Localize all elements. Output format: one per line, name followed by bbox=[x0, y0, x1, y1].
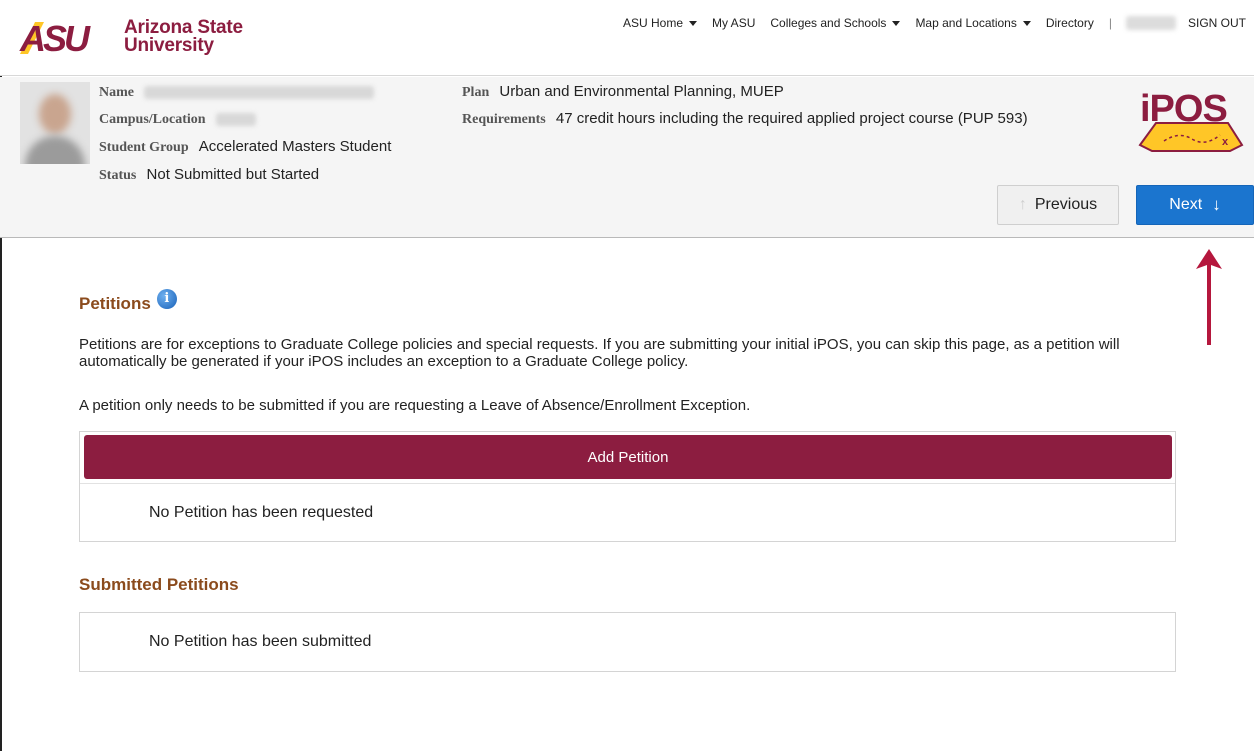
annotation-arrow-icon bbox=[1196, 249, 1222, 345]
petitions-description: Petitions are for exceptions to Graduate… bbox=[79, 336, 1120, 370]
status-value: Not Submitted but Started bbox=[146, 166, 320, 183]
previous-button-label: Previous bbox=[1034, 196, 1098, 213]
top-header: ASU Arizona State University ASU Home My… bbox=[0, 0, 1254, 76]
no-petition-submitted: No Petition has been submitted bbox=[149, 633, 372, 650]
petition-requests-panel: Add Petition No Petition has been reques… bbox=[79, 431, 1176, 542]
user-name-redacted bbox=[1125, 16, 1176, 30]
asu-logo[interactable]: ASU Arizona State University bbox=[18, 17, 243, 57]
panel-divider bbox=[80, 483, 1175, 484]
nav-separator: | bbox=[1108, 16, 1112, 30]
arrow-up-icon: ↑ bbox=[1018, 196, 1027, 213]
nav-map-and-locations[interactable]: Map and Locations bbox=[915, 16, 1031, 30]
nav-directory-label: Directory bbox=[1045, 16, 1094, 30]
requirements-label: Requirements bbox=[462, 112, 546, 127]
petitions-heading: Petitions i bbox=[79, 289, 177, 314]
submitted-petitions-panel: No Petition has been submitted bbox=[79, 612, 1176, 672]
asu-logo-text: Arizona State University bbox=[124, 18, 243, 56]
student-info-panel: Name Campus/Location Student Group Accel… bbox=[0, 77, 1254, 238]
nav-my-asu-label: My ASU bbox=[712, 16, 756, 30]
next-button[interactable]: Next ↓ bbox=[1136, 185, 1254, 225]
submitted-petitions-title: Submitted Petitions bbox=[79, 575, 239, 594]
nav-map-label: Map and Locations bbox=[915, 16, 1017, 30]
caret-down-icon bbox=[1022, 20, 1031, 26]
student-group-field: Student Group Accelerated Masters Studen… bbox=[99, 138, 391, 156]
campus-label: Campus/Location bbox=[99, 112, 206, 127]
svg-text:ASU: ASU bbox=[19, 20, 91, 54]
petitions-title: Petitions bbox=[79, 294, 151, 313]
info-icon[interactable]: i bbox=[156, 289, 177, 309]
name-label: Name bbox=[99, 85, 134, 100]
plan-value: Urban and Environmental Planning, MUEP bbox=[499, 83, 784, 100]
campus-redacted bbox=[215, 112, 256, 126]
group-value: Accelerated Masters Student bbox=[198, 138, 392, 155]
arrow-down-icon: ↓ bbox=[1212, 195, 1221, 214]
caret-down-icon bbox=[892, 20, 901, 26]
requirements-field: Requirements 47 credit hours including t… bbox=[462, 110, 1028, 128]
svg-text:iPOS: iPOS bbox=[1140, 88, 1227, 130]
student-campus-field: Campus/Location bbox=[99, 110, 256, 128]
nav-asu-home[interactable]: ASU Home bbox=[622, 16, 698, 30]
status-label: Status bbox=[99, 168, 137, 183]
student-name-field: Name bbox=[99, 83, 375, 101]
student-photo bbox=[20, 82, 90, 164]
nav-colleges-and-schools[interactable]: Colleges and Schools bbox=[770, 16, 901, 30]
asu-logo-mark: ASU bbox=[19, 20, 94, 54]
submitted-petitions-heading: Submitted Petitions bbox=[79, 575, 239, 595]
svg-text:x: x bbox=[1222, 136, 1229, 148]
no-petition-requested: No Petition has been requested bbox=[149, 504, 374, 521]
next-button-label: Next bbox=[1169, 196, 1203, 213]
add-petition-button[interactable]: Add Petition bbox=[84, 435, 1172, 479]
petitions-note: A petition only needs to be submitted if… bbox=[79, 397, 751, 414]
nav-my-asu[interactable]: My ASU bbox=[712, 16, 755, 30]
name-redacted bbox=[144, 85, 375, 99]
nav-directory[interactable]: Directory bbox=[1046, 16, 1094, 30]
ipos-logo: x iPOS bbox=[1138, 88, 1244, 152]
sign-out-link[interactable]: SIGN OUT bbox=[1188, 16, 1246, 30]
top-nav: ASU Home My ASU Colleges and Schools Map… bbox=[608, 16, 1246, 30]
caret-down-icon bbox=[689, 20, 698, 26]
logo-line-2: University bbox=[124, 35, 214, 56]
group-label: Student Group bbox=[99, 140, 189, 155]
plan-field: Plan Urban and Environmental Planning, M… bbox=[462, 83, 784, 101]
requirements-value: 47 credit hours including the required a… bbox=[555, 110, 1028, 127]
nav-colleges-label: Colleges and Schools bbox=[770, 16, 887, 30]
previous-button[interactable]: ↑ Previous bbox=[997, 185, 1119, 225]
plan-label: Plan bbox=[462, 85, 490, 100]
student-status-field: Status Not Submitted but Started bbox=[99, 166, 319, 184]
nav-asu-home-label: ASU Home bbox=[622, 16, 684, 30]
